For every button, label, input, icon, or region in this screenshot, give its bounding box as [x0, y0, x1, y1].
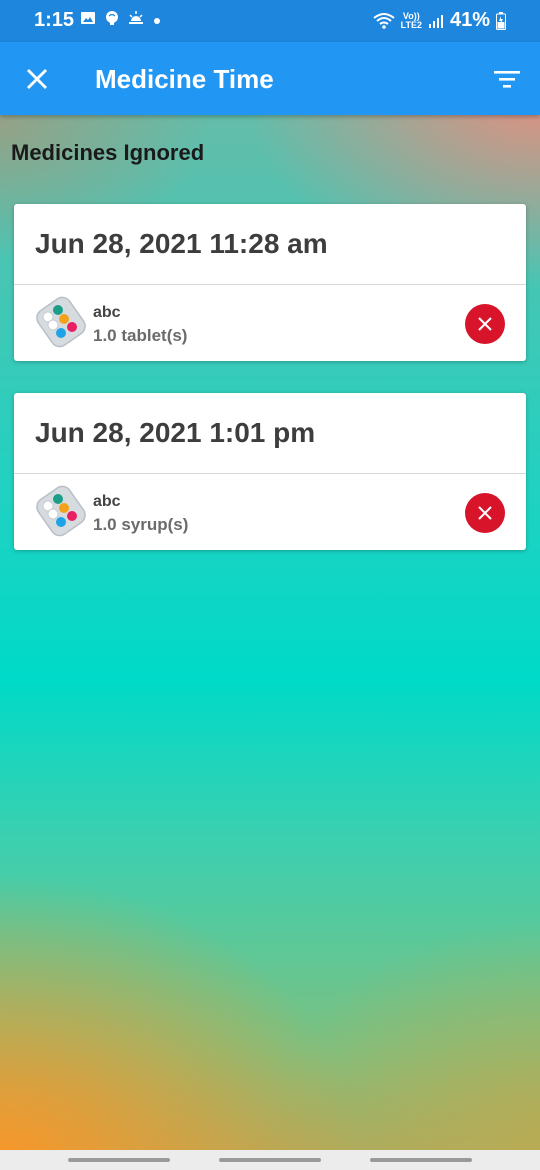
network-label: Vo)) LTE2: [400, 11, 422, 30]
dot-icon: [154, 18, 160, 24]
gradient-background: [0, 0, 540, 1170]
medicine-name: abc: [93, 493, 121, 510]
network-bottom: LTE2: [400, 19, 422, 30]
medicine-name: abc: [93, 304, 121, 321]
system-icons: Vo)) LTE2 41%: [373, 9, 506, 32]
close-icon: [27, 69, 47, 89]
signal-icon: [428, 14, 443, 28]
nav-recents-button[interactable]: [68, 1158, 170, 1162]
record-date: Jun 28, 2021 1:01 pm: [14, 393, 526, 474]
wifi-icon: [373, 12, 395, 29]
app-bar: Medicine Time: [0, 42, 540, 115]
delete-button[interactable]: [465, 493, 505, 533]
close-button[interactable]: [20, 62, 54, 96]
image-icon: [81, 12, 95, 24]
brain-icon: [106, 11, 118, 25]
sunrise-icon: [129, 11, 143, 24]
close-icon: [478, 317, 492, 331]
page-title: Medicine Time: [95, 64, 274, 94]
medicine-row[interactable]: abc 1.0 tablet(s): [14, 285, 526, 361]
nav-back-button[interactable]: [370, 1158, 472, 1162]
record-date: Jun 28, 2021 11:28 am: [14, 204, 526, 285]
status-bar: 1:15 Vo)) LTE2 41%: [0, 0, 540, 42]
pill-blister-icon: [36, 485, 86, 537]
medicine-row[interactable]: abc 1.0 syrup(s): [14, 474, 526, 550]
notification-icons: [80, 10, 144, 26]
medicine-dose: 1.0 tablet(s): [93, 326, 188, 345]
status-time: 1:15: [34, 9, 75, 31]
section-title: Medicines Ignored: [11, 140, 205, 165]
nav-home-button[interactable]: [219, 1158, 321, 1162]
filter-icon[interactable]: [492, 64, 522, 94]
battery-icon: [496, 11, 506, 30]
medicine-dose: 1.0 syrup(s): [93, 515, 189, 534]
close-icon: [478, 506, 492, 520]
delete-button[interactable]: [465, 304, 505, 344]
ignored-record-card: Jun 28, 2021 11:28 am abc 1.0 tablet(s): [14, 204, 526, 361]
pill-blister-icon: [36, 296, 86, 348]
ignored-record-card: Jun 28, 2021 1:01 pm abc 1.0 syrup(s): [14, 393, 526, 550]
system-nav-bar: [0, 1150, 540, 1170]
battery-percent: 41%: [449, 9, 490, 31]
